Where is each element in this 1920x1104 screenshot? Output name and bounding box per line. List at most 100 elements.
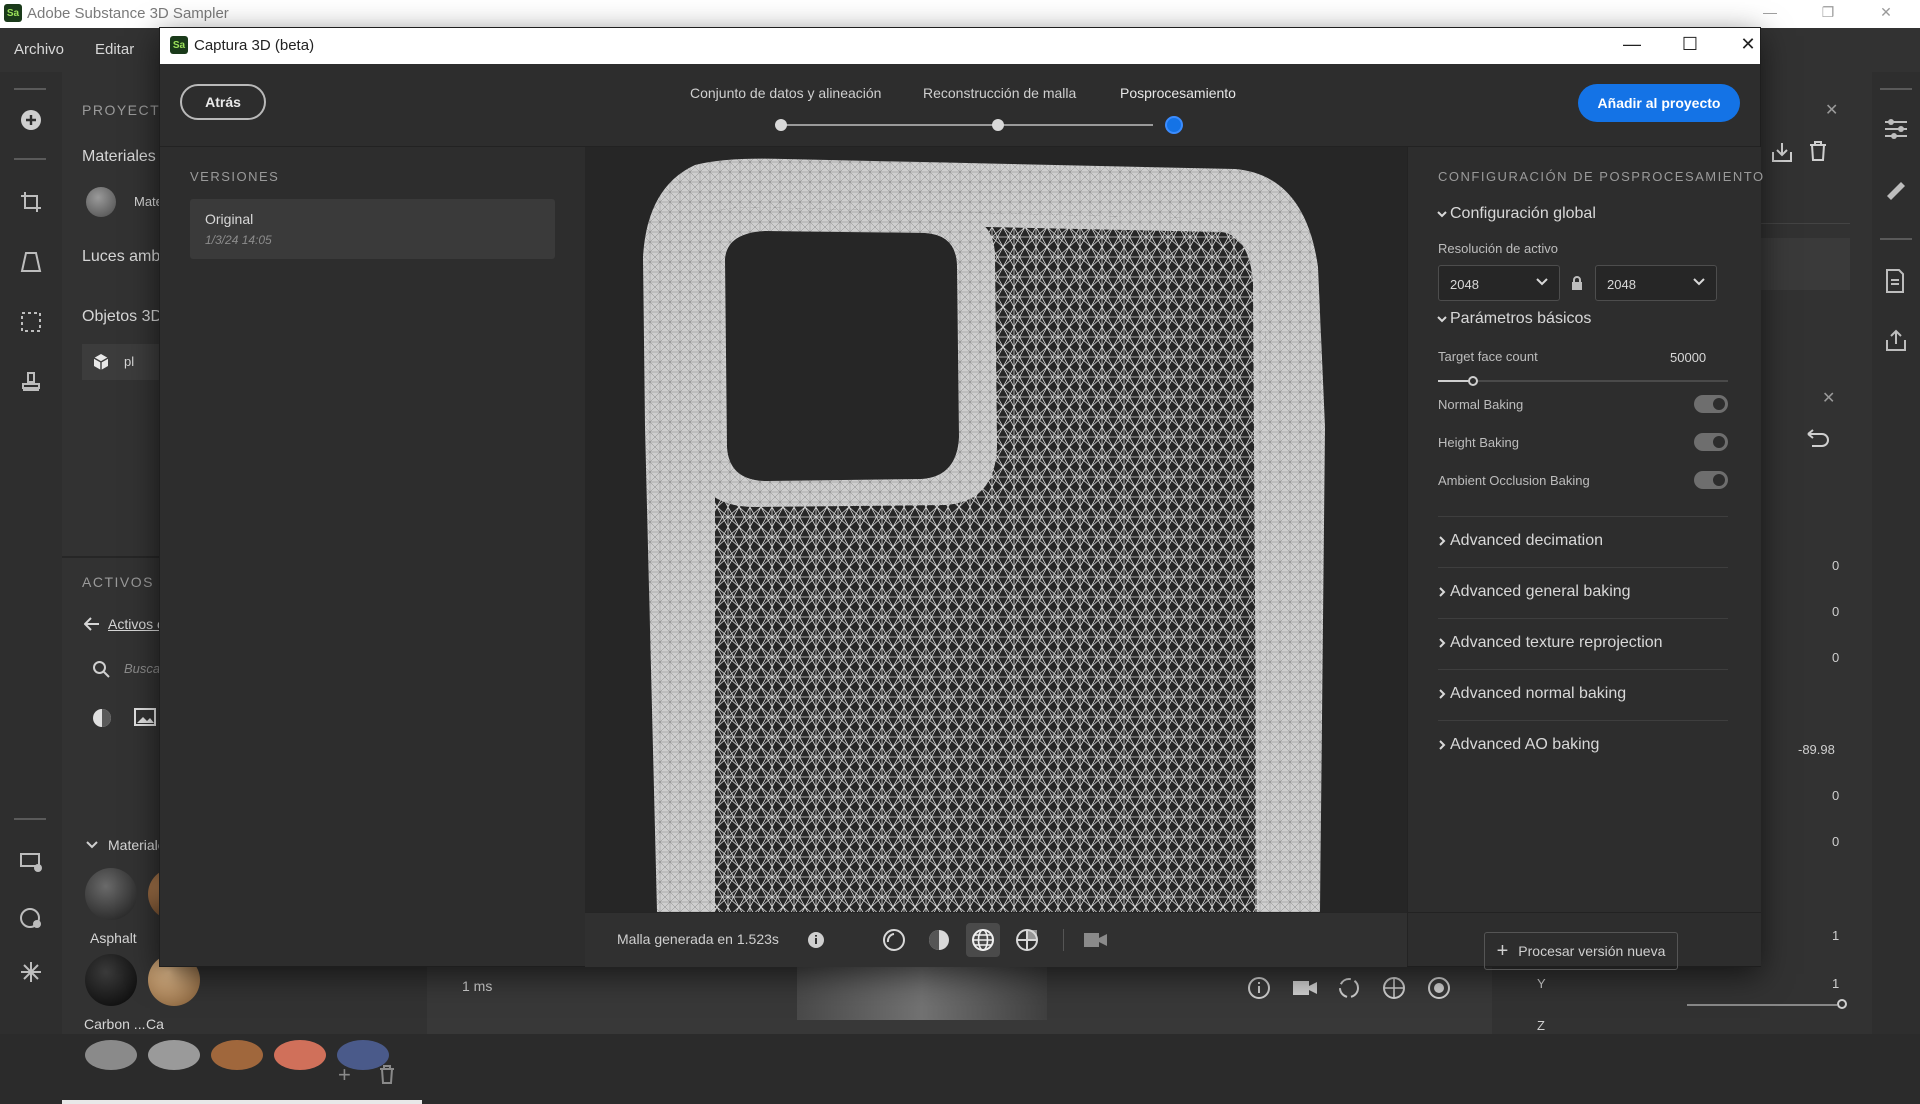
host-value[interactable]: 0 (1832, 604, 1839, 619)
chevron-right-icon (1438, 535, 1446, 547)
crop-icon[interactable] (17, 188, 45, 216)
trash-icon[interactable] (378, 1064, 396, 1084)
nodes-icon[interactable] (17, 958, 45, 986)
step-reconstruction-dot[interactable] (992, 119, 1004, 131)
environment-sphere-icon[interactable] (1427, 976, 1451, 1000)
environment-icon[interactable] (17, 904, 45, 932)
chevron-right-icon (1438, 637, 1446, 649)
basic-params-section[interactable]: Parámetros básicos (1450, 310, 1591, 328)
mesh-status-text: Malla generada en 1.523s (617, 931, 779, 947)
host-value[interactable]: -89.98 (1798, 742, 1835, 757)
host-value[interactable]: 0 (1832, 834, 1839, 849)
back-button[interactable]: Atrás (180, 84, 266, 120)
object-item[interactable]: pl (82, 344, 162, 380)
host-value[interactable]: 1 (1832, 976, 1839, 991)
tiling-icon[interactable] (17, 308, 45, 336)
reset-icon[interactable] (1806, 428, 1830, 448)
material-thumb-asphalt[interactable] (85, 868, 137, 920)
host-dropdown[interactable] (1760, 187, 1850, 224)
solid-mode-icon[interactable] (922, 923, 956, 957)
add-to-project-button[interactable]: Añadir al proyecto (1578, 84, 1740, 122)
delete-icon[interactable] (1808, 140, 1828, 162)
stamp-icon[interactable] (17, 368, 45, 396)
mesh-viewport[interactable] (585, 147, 1407, 912)
assets-search-input[interactable]: Buscar (124, 661, 164, 676)
material-thumb[interactable] (148, 1040, 200, 1070)
host-value[interactable]: 0 (1832, 650, 1839, 665)
add-icon[interactable] (17, 106, 45, 134)
close-icon[interactable]: ✕ (1866, 4, 1906, 24)
dialog-minimize-icon[interactable]: — (1612, 34, 1652, 58)
adjustments-icon[interactable] (1883, 118, 1909, 140)
resolution-width-select[interactable]: 2048 (1438, 265, 1560, 301)
advanced-normal-baking-row[interactable]: Advanced normal baking (1438, 670, 1728, 721)
host-slider-track[interactable] (1687, 1004, 1837, 1006)
back-arrow-icon[interactable] (84, 617, 100, 631)
step-dataset-label[interactable]: Conjunto de datos y alineación (690, 85, 881, 101)
close-panel-icon[interactable]: ✕ (1825, 100, 1838, 120)
rotate-icon[interactable] (1337, 976, 1361, 1000)
wireframe-mode-icon[interactable] (966, 923, 1000, 957)
menu-archivo[interactable]: Archivo (14, 41, 64, 58)
host-value[interactable]: 1 (1832, 928, 1839, 943)
chevron-down-icon[interactable] (86, 840, 98, 850)
edit-document-icon[interactable] (1883, 268, 1909, 294)
advanced-decimation-row[interactable]: Advanced decimation (1438, 517, 1728, 568)
material-thumbnail[interactable] (86, 187, 116, 217)
material-thumb-carbon[interactable] (85, 954, 137, 1006)
material-item-label[interactable]: Mate (134, 194, 163, 209)
process-new-version-button[interactable]: + Procesar versión nueva (1484, 932, 1678, 970)
resolution-height-value: 2048 (1607, 277, 1636, 292)
step-postprocess-label[interactable]: Posprocesamiento (1120, 85, 1236, 101)
advanced-texture-reprojection-row[interactable]: Advanced texture reprojection (1438, 619, 1728, 670)
target-face-slider-handle[interactable] (1468, 376, 1478, 386)
camera-icon[interactable] (1292, 978, 1318, 998)
restore-icon[interactable]: ❐ (1808, 4, 1848, 24)
advanced-general-baking-row[interactable]: Advanced general baking (1438, 568, 1728, 619)
export-icon[interactable] (1770, 140, 1794, 164)
step-dataset-dot[interactable] (775, 119, 787, 131)
ao-baking-toggle[interactable] (1694, 471, 1728, 489)
perspective-icon[interactable] (17, 248, 45, 276)
normal-baking-toggle[interactable] (1694, 395, 1728, 413)
dialog-maximize-icon[interactable]: ☐ (1670, 34, 1710, 58)
add-asset-icon[interactable]: + (338, 1062, 351, 1088)
assets-link[interactable]: Activos c (108, 616, 164, 632)
menu-editar[interactable]: Editar (95, 41, 134, 58)
image-filter-icon[interactable] (134, 708, 156, 726)
resolution-height-select[interactable]: 2048 (1595, 265, 1717, 301)
host-value[interactable]: 0 (1832, 788, 1839, 803)
chevron-down-icon[interactable] (1436, 314, 1448, 324)
ruler-icon[interactable] (1883, 178, 1909, 204)
minimize-icon[interactable]: — (1750, 4, 1790, 24)
chevron-down-icon[interactable] (1436, 209, 1448, 219)
share-icon[interactable] (1883, 328, 1909, 354)
textured-mode-icon[interactable] (1010, 923, 1044, 957)
camera-icon[interactable] (1079, 923, 1113, 957)
dialog-close-icon[interactable]: ✕ (1728, 34, 1768, 58)
global-config-section[interactable]: Configuración global (1450, 205, 1596, 223)
info-icon[interactable] (807, 931, 825, 949)
step-postprocess-dot[interactable] (1165, 116, 1183, 134)
height-baking-toggle[interactable] (1694, 433, 1728, 451)
material-thumb[interactable] (85, 1040, 137, 1070)
target-face-slider-track[interactable] (1438, 380, 1728, 382)
version-item[interactable]: Original 1/3/24 14:05 (190, 199, 555, 259)
grid-sphere-icon[interactable] (1382, 976, 1406, 1000)
host-slider-handle[interactable] (1837, 999, 1847, 1009)
material-thumb[interactable] (211, 1040, 263, 1070)
target-face-count-value[interactable]: 50000 (1670, 350, 1706, 365)
host-selected-row[interactable] (1760, 238, 1850, 290)
close-panel-icon[interactable]: ✕ (1822, 388, 1835, 408)
host-value[interactable]: 0 (1832, 558, 1839, 573)
info-icon[interactable] (1247, 976, 1271, 1000)
material-thumb[interactable] (274, 1040, 326, 1070)
render-timing: 1 ms (462, 978, 493, 994)
shaded-mode-icon[interactable] (877, 923, 911, 957)
advanced-ao-baking-row[interactable]: Advanced AO baking (1438, 721, 1728, 771)
step-reconstruction-label[interactable]: Reconstrucción de malla (923, 85, 1076, 101)
display-settings-icon[interactable] (17, 848, 45, 876)
material-filter-icon[interactable] (92, 708, 112, 728)
advanced-ao-baking-label: Advanced AO baking (1450, 736, 1600, 753)
lock-icon[interactable] (1571, 276, 1583, 290)
